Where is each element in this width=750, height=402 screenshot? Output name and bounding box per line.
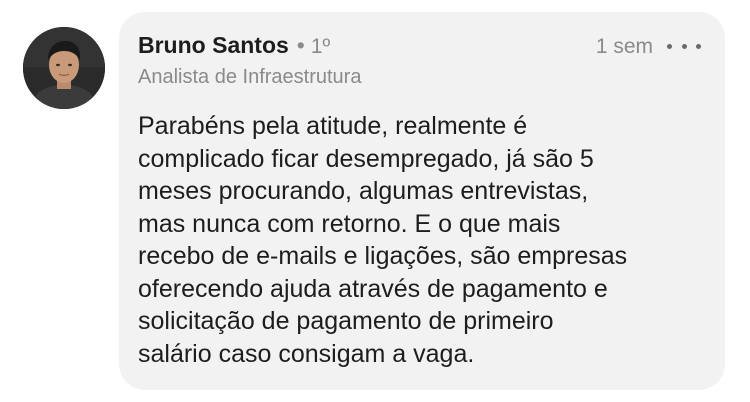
more-dot <box>696 43 701 49</box>
comment-line: oferecendo ajuda através de pagamento e <box>138 274 608 303</box>
comment-text: Parabéns pela atitude, realmente é compl… <box>138 110 708 370</box>
connection-degree: 1º <box>310 35 331 58</box>
more-dot <box>681 43 687 49</box>
comment-line: meses procurando, algumas entrevistas, <box>138 177 589 205</box>
comment-line: mas nunca com retorno. E o que mais <box>138 209 561 238</box>
comment-line: Parabéns pela atitude, realmente é <box>138 112 528 140</box>
comment-line: recebo de e-mails e ligações, são empres… <box>138 242 628 270</box>
comment-bubble: Bruno Santos • 1º 1 sem Analista de Infr… <box>119 12 725 390</box>
timestamp: 1 sem <box>595 35 653 58</box>
comment-line: complicado ficar desempregado, já são 5 <box>138 144 594 173</box>
separator-dot: • <box>296 32 305 58</box>
more-dot <box>667 43 672 49</box>
author-name[interactable]: Bruno Santos <box>138 32 289 59</box>
comment-line: salário caso consigam a vaga. <box>138 339 475 368</box>
profile-photo <box>23 27 105 109</box>
comment-line: solicitação de pagamento de primeiro <box>138 307 554 335</box>
author-headline: Analista de Infraestrutura <box>138 66 362 88</box>
ellipsis-horizontal-icon[interactable] <box>667 34 701 58</box>
author-row: Bruno Santos • 1º <box>138 32 330 59</box>
author-avatar[interactable] <box>23 27 105 109</box>
